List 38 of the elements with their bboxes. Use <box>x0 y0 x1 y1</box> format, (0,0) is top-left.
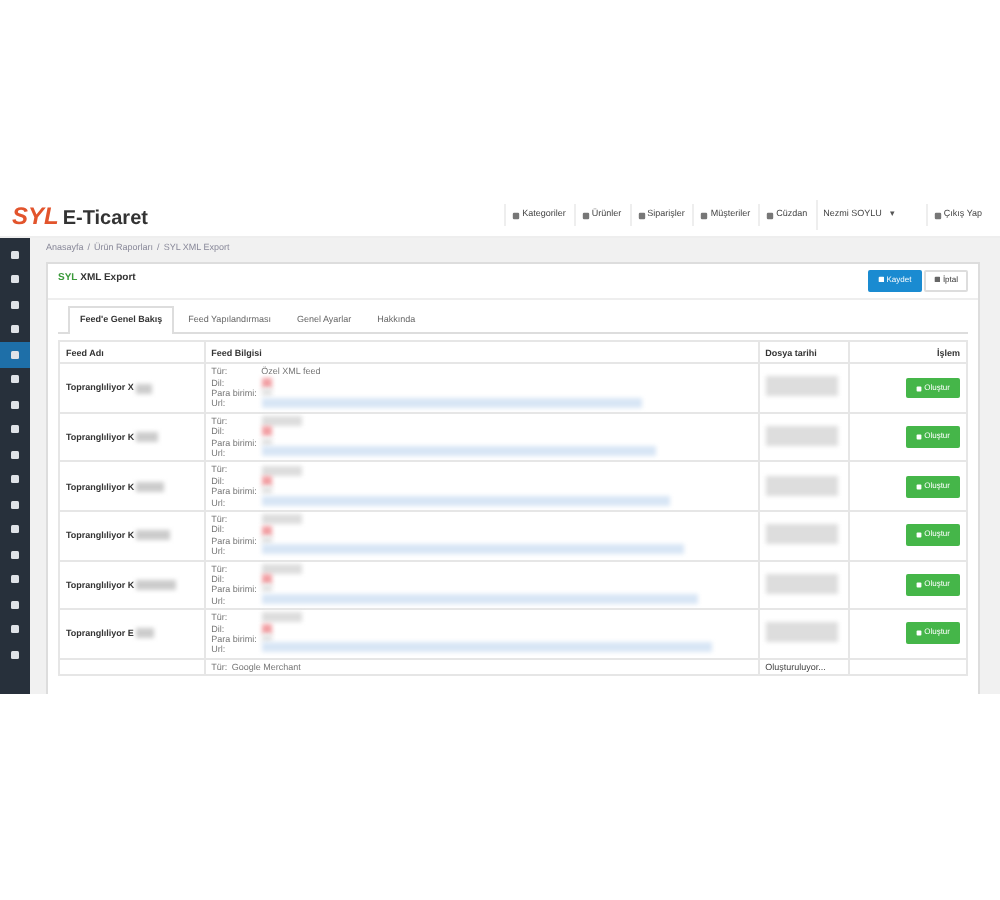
square-icon <box>10 649 20 660</box>
blurred-text <box>765 376 838 397</box>
blurred-text <box>136 383 153 394</box>
square-icon <box>10 599 20 610</box>
square-icon <box>512 211 521 219</box>
square-icon <box>766 211 775 219</box>
square-icon <box>10 374 20 385</box>
square-icon <box>933 211 942 219</box>
square-icon <box>581 211 590 219</box>
square-icon <box>10 299 20 310</box>
square-icon <box>10 624 20 635</box>
square-icon <box>10 574 20 585</box>
blurred-text <box>765 425 838 446</box>
square-icon <box>10 474 20 485</box>
square-icon <box>10 399 20 410</box>
blurred-text <box>136 628 155 639</box>
blurred-text <box>765 622 838 643</box>
blurred-text <box>136 579 177 590</box>
blurred-text <box>136 432 159 443</box>
square-icon <box>10 449 20 460</box>
blurred-text <box>136 530 171 541</box>
square-icon <box>10 324 20 335</box>
square-icon <box>637 211 646 219</box>
blurred-text <box>765 524 838 545</box>
square-icon <box>10 549 20 560</box>
square-icon <box>10 274 20 285</box>
blurred-text <box>765 475 838 495</box>
square-icon <box>10 524 20 535</box>
square-icon <box>10 424 20 435</box>
square-icon <box>10 349 20 360</box>
blurred-text <box>136 481 165 492</box>
square-icon <box>10 249 20 260</box>
logo: SYL E-Ticaret <box>12 199 148 233</box>
square-icon <box>933 275 941 283</box>
blurred-text <box>765 573 838 594</box>
square-icon <box>700 211 709 219</box>
square-icon <box>10 499 20 510</box>
square-icon <box>877 275 885 283</box>
